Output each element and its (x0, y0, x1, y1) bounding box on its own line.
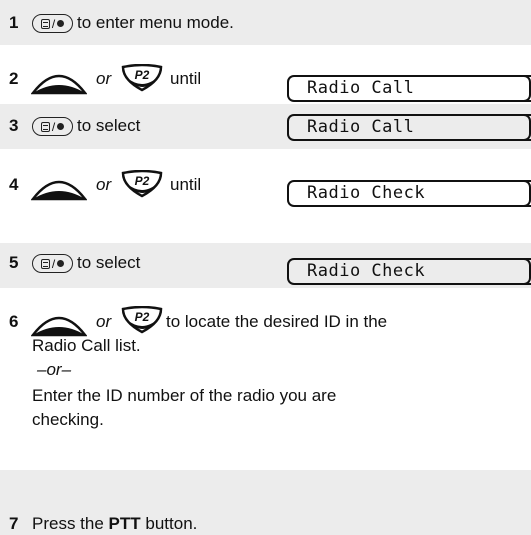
step-6: 6 or to locate the desired ID in the Rad… (0, 298, 531, 470)
radio-display: Radio Call (287, 114, 531, 141)
step-text-line3: Enter the ID number of the radio you are (32, 386, 337, 405)
display-text: Radio Check (307, 183, 426, 203)
step-number: 3 (9, 116, 19, 135)
step-number: 6 (9, 312, 19, 331)
radio-display: Radio Call (287, 75, 531, 102)
step-5: 5 / to select Radio Check (0, 243, 531, 288)
step-text: Press the PTT button. (32, 514, 197, 534)
step-1: 1 / to enter menu mode. (0, 0, 531, 45)
or-text: or (96, 69, 112, 88)
menu-select-button-icon: / (32, 254, 73, 273)
or-text: or (96, 312, 112, 331)
step-7: 7 Press the PTT button. (0, 470, 531, 535)
display-text: Radio Call (307, 78, 415, 98)
ptt-label: PTT (108, 514, 141, 533)
radio-display: Radio Check (287, 180, 531, 207)
step-text-post: button. (145, 514, 198, 533)
step-text-line4: checking. (32, 410, 104, 429)
step-text-line2: Radio Call list. (32, 336, 141, 355)
or-alternative: –or– (37, 360, 72, 379)
menu-select-button-icon: / (32, 14, 73, 33)
step-text: until (170, 69, 202, 88)
step-number: 4 (9, 175, 19, 194)
step-number: 7 (9, 514, 19, 533)
radio-display: Radio Check (287, 258, 531, 285)
step-text: until (170, 175, 202, 194)
step-text: to locate the desired ID in the (166, 312, 388, 331)
step-4: 4 or until Radio Check (0, 167, 531, 239)
or-text: or (96, 175, 112, 194)
up-arrow-key-icon (31, 67, 87, 95)
p2-key-icon (121, 170, 163, 198)
up-arrow-key-icon (31, 173, 87, 201)
step-2: 2 or until Radio Call (0, 61, 531, 102)
up-arrow-key-icon (31, 309, 87, 337)
step-number: 1 (9, 13, 19, 32)
step-text: to enter menu mode. (77, 13, 234, 32)
step-3: 3 / to select Radio Call (0, 104, 531, 149)
display-text: Radio Call (307, 117, 415, 137)
step-number: 2 (9, 69, 19, 88)
p2-key-icon (121, 306, 163, 334)
display-text: Radio Check (307, 261, 426, 281)
step-text-pre: Press the (32, 514, 104, 533)
step-text: to select (77, 253, 141, 272)
step-number: 5 (9, 253, 19, 272)
p2-key-icon (121, 64, 163, 92)
step-text: to select (77, 116, 141, 135)
menu-select-button-icon: / (32, 117, 73, 136)
